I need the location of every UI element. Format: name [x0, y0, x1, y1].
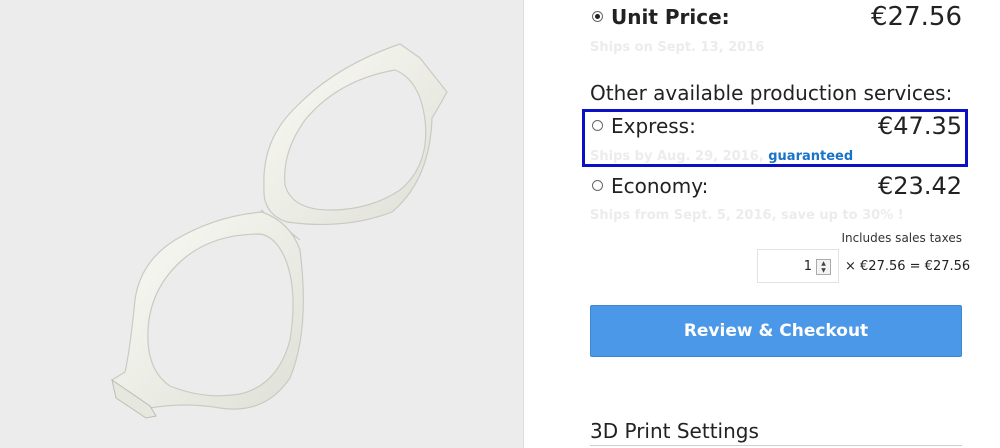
unit-price-radio[interactable] — [592, 11, 603, 22]
quantity-spinner[interactable]: ▲ ▼ — [816, 259, 831, 275]
express-ships: Ships by Aug. 29, 2016, guaranteed — [590, 149, 853, 164]
other-services-heading: Other available production services: — [590, 81, 953, 105]
increment-icon[interactable]: ▲ — [817, 260, 830, 267]
glasses-frame-model — [111, 43, 448, 419]
pricing-panel: Unit Price: €27.56 Ships on Sept. 13, 20… — [590, 0, 970, 448]
decrement-icon[interactable]: ▼ — [817, 267, 830, 274]
economy-label[interactable]: Economy: — [611, 174, 708, 198]
unit-price-ships: Ships on Sept. 13, 2016 — [590, 40, 765, 55]
guaranteed-badge: guaranteed — [768, 149, 854, 164]
economy-radio[interactable] — [592, 180, 603, 191]
unit-price-label: Unit Price: — [611, 5, 730, 29]
unit-price-value: €27.56 — [871, 2, 962, 32]
economy-price: €23.42 — [878, 172, 962, 200]
sales-taxes-note: Includes sales taxes — [841, 231, 962, 245]
express-ships-date: Ships by Aug. 29, 2016, — [590, 149, 764, 164]
print-settings-heading: 3D Print Settings — [590, 419, 759, 443]
section-divider — [590, 445, 962, 446]
quantity-value[interactable]: 1 — [804, 259, 812, 274]
economy-ships: Ships from Sept. 5, 2016, save up to 30%… — [590, 208, 904, 223]
quantity-total: × €27.56 = €27.56 — [845, 259, 971, 274]
express-label[interactable]: Express: — [611, 114, 696, 138]
express-price: €47.35 — [878, 112, 962, 140]
model-preview[interactable] — [0, 0, 524, 448]
quantity-stepper[interactable]: 1 ▲ ▼ — [757, 249, 839, 283]
express-radio[interactable] — [592, 120, 603, 131]
review-checkout-button[interactable]: Review & Checkout — [590, 305, 962, 357]
